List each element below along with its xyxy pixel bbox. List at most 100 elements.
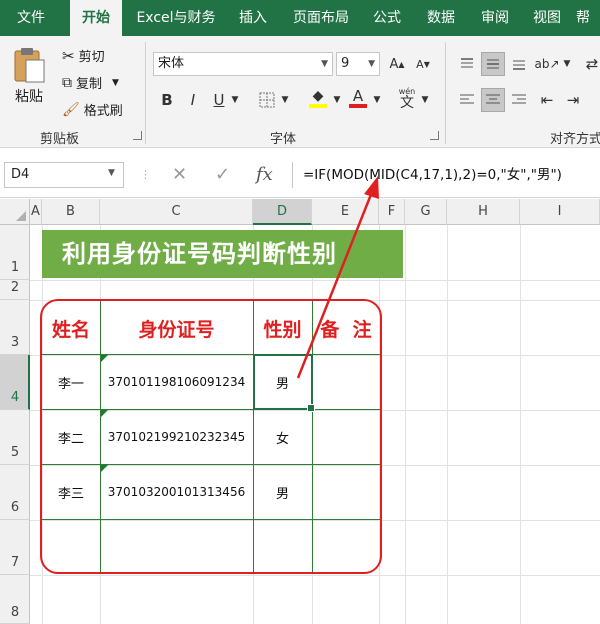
chevron-down-icon[interactable]: ▼ (278, 88, 292, 112)
tab-home[interactable]: 开始 (70, 0, 122, 38)
tab-page-layout[interactable]: 页面布局 (284, 0, 358, 36)
font-color-icon[interactable]: A (346, 86, 370, 110)
scissors-icon: ✂ (62, 46, 75, 65)
cell-name[interactable]: 李二 (42, 428, 100, 447)
enter-icon[interactable]: ✓ (215, 162, 230, 188)
cut-button[interactable]: ✂ 剪切 (62, 46, 105, 66)
cell-gender[interactable]: 女 (253, 428, 312, 447)
formula-input[interactable]: =IF(MOD(MID(C4,17,1),2)=0,"女","男") (292, 162, 600, 188)
tab-formulas[interactable]: 公式 (364, 0, 410, 36)
cancel-icon[interactable]: ✕ (172, 162, 187, 188)
align-middle-icon[interactable] (481, 52, 505, 76)
table-divider (42, 354, 380, 355)
font-launcher-icon[interactable] (430, 131, 439, 140)
row-header-8[interactable]: 8 (0, 575, 30, 624)
number-as-text-indicator-icon (101, 410, 108, 417)
clipboard-group-label: 剪贴板 (40, 132, 80, 147)
active-cell-d4[interactable] (253, 354, 315, 412)
gridline (520, 225, 521, 624)
chevron-down-icon: ▼ (112, 77, 119, 88)
row-header-6[interactable]: 6 (0, 465, 30, 520)
table-divider (42, 464, 380, 465)
insert-function-icon[interactable]: fx (256, 162, 273, 188)
alignment-group-label: 对齐方式 (550, 132, 600, 147)
ribbon-tab-bar: 文件 开始 Excel与财务 插入 页面布局 公式 数据 审阅 视图 帮 (0, 0, 600, 38)
increase-indent-icon[interactable]: ⇥ (561, 88, 585, 112)
column-header-e[interactable]: E (312, 199, 379, 225)
decrease-font-size-icon[interactable]: A ▼ (411, 52, 435, 76)
wrap-text-icon[interactable]: ⇄ (580, 52, 600, 76)
row-header-7[interactable]: 7 (0, 520, 30, 575)
select-all-button[interactable] (0, 199, 30, 225)
cell-id-number[interactable]: 370101198106091234 (100, 375, 253, 389)
chevron-down-icon[interactable]: ▼ (418, 88, 432, 112)
copy-icon: ⧉ (62, 74, 72, 91)
column-header-d[interactable]: D (253, 199, 312, 225)
align-bottom-icon[interactable] (507, 52, 531, 76)
cell-id-number[interactable]: 370102199210232345 (100, 430, 253, 444)
column-header-h[interactable]: H (447, 199, 520, 225)
chevron-down-icon[interactable]: ▼ (108, 168, 115, 178)
name-box[interactable]: D4 (4, 162, 124, 188)
cell-name[interactable]: 李一 (42, 373, 100, 392)
align-left-icon[interactable] (455, 88, 479, 112)
row-header-1[interactable]: 1 (0, 225, 30, 280)
phonetic-char: 文 (400, 95, 414, 111)
tab-view[interactable]: 视图 (524, 0, 570, 36)
row-header-5[interactable]: 5 (0, 410, 30, 465)
column-header-c[interactable]: C (100, 199, 253, 225)
row-header-2[interactable]: 2 (0, 280, 30, 300)
gridline (447, 225, 448, 624)
increase-font-size-icon[interactable]: A ▲ (385, 52, 409, 76)
header-note: 备 注 (320, 319, 372, 341)
copy-label: 复制 (76, 77, 103, 92)
header-gender: 性别 (263, 319, 302, 341)
orientation-icon[interactable]: ab↗ (534, 52, 559, 76)
data-table: 姓名 身份证号 性别 备 注 李一 370101198106091234 男 李… (40, 299, 382, 574)
column-header-i[interactable]: I (520, 199, 600, 225)
tab-file[interactable]: 文件 (0, 0, 62, 36)
header-id-number: 身份证号 (138, 319, 215, 341)
column-header-b[interactable]: B (42, 199, 100, 225)
borders-icon[interactable] (255, 88, 279, 112)
column-header-f[interactable]: F (379, 199, 405, 225)
tab-review[interactable]: 审阅 (472, 0, 518, 36)
row-header-3[interactable]: 3 (0, 300, 30, 355)
table-divider (42, 409, 380, 410)
fill-color-icon[interactable]: ◆ (306, 86, 330, 110)
chevron-down-icon[interactable]: ▼ (330, 88, 344, 112)
gridline (30, 575, 600, 576)
align-center-icon[interactable] (481, 88, 505, 112)
sheet-title-banner: 利用身份证号码判断性别 (42, 230, 403, 278)
column-header-a[interactable]: A (30, 199, 42, 225)
font-name-select[interactable]: 宋体 ▼ (153, 52, 333, 76)
cell-name[interactable]: 李三 (42, 483, 100, 502)
tab-insert[interactable]: 插入 (228, 0, 278, 36)
chevron-down-icon[interactable]: ▼ (228, 88, 242, 112)
paste-button[interactable]: 粘贴 (12, 46, 46, 106)
cell-id-number[interactable]: 370103200101313456 (100, 485, 253, 499)
format-painter-button[interactable]: 🖌 格式刷 (62, 100, 123, 120)
chevron-down-icon[interactable]: ▼ (560, 52, 574, 76)
align-top-icon[interactable] (455, 52, 479, 76)
row-header-4[interactable]: 4 (0, 355, 30, 410)
italic-button[interactable]: I (181, 88, 205, 112)
cell-gender[interactable]: 男 (253, 483, 312, 502)
phonetic-guide-icon[interactable]: wén 文 (395, 84, 419, 114)
decrease-indent-icon[interactable]: ⇤ (535, 88, 559, 112)
tab-excel-finance[interactable]: Excel与财务 (128, 0, 224, 36)
format-painter-label: 格式刷 (83, 104, 123, 119)
cut-label: 剪切 (78, 50, 105, 65)
font-size-value: 9 (341, 56, 350, 71)
font-size-select[interactable]: 9 ▼ (336, 52, 380, 76)
chevron-down-icon[interactable]: ▼ (370, 88, 384, 112)
header-name: 姓名 (51, 319, 90, 341)
bold-button[interactable]: B (155, 88, 179, 112)
tab-data[interactable]: 数据 (416, 0, 466, 36)
align-right-icon[interactable] (507, 88, 531, 112)
clipboard-launcher-icon[interactable] (133, 131, 142, 140)
column-header-g[interactable]: G (405, 199, 447, 225)
tab-help[interactable]: 帮 (576, 0, 600, 36)
paste-icon (14, 48, 45, 83)
copy-button[interactable]: ⧉ 复制 ▼ (62, 73, 119, 93)
